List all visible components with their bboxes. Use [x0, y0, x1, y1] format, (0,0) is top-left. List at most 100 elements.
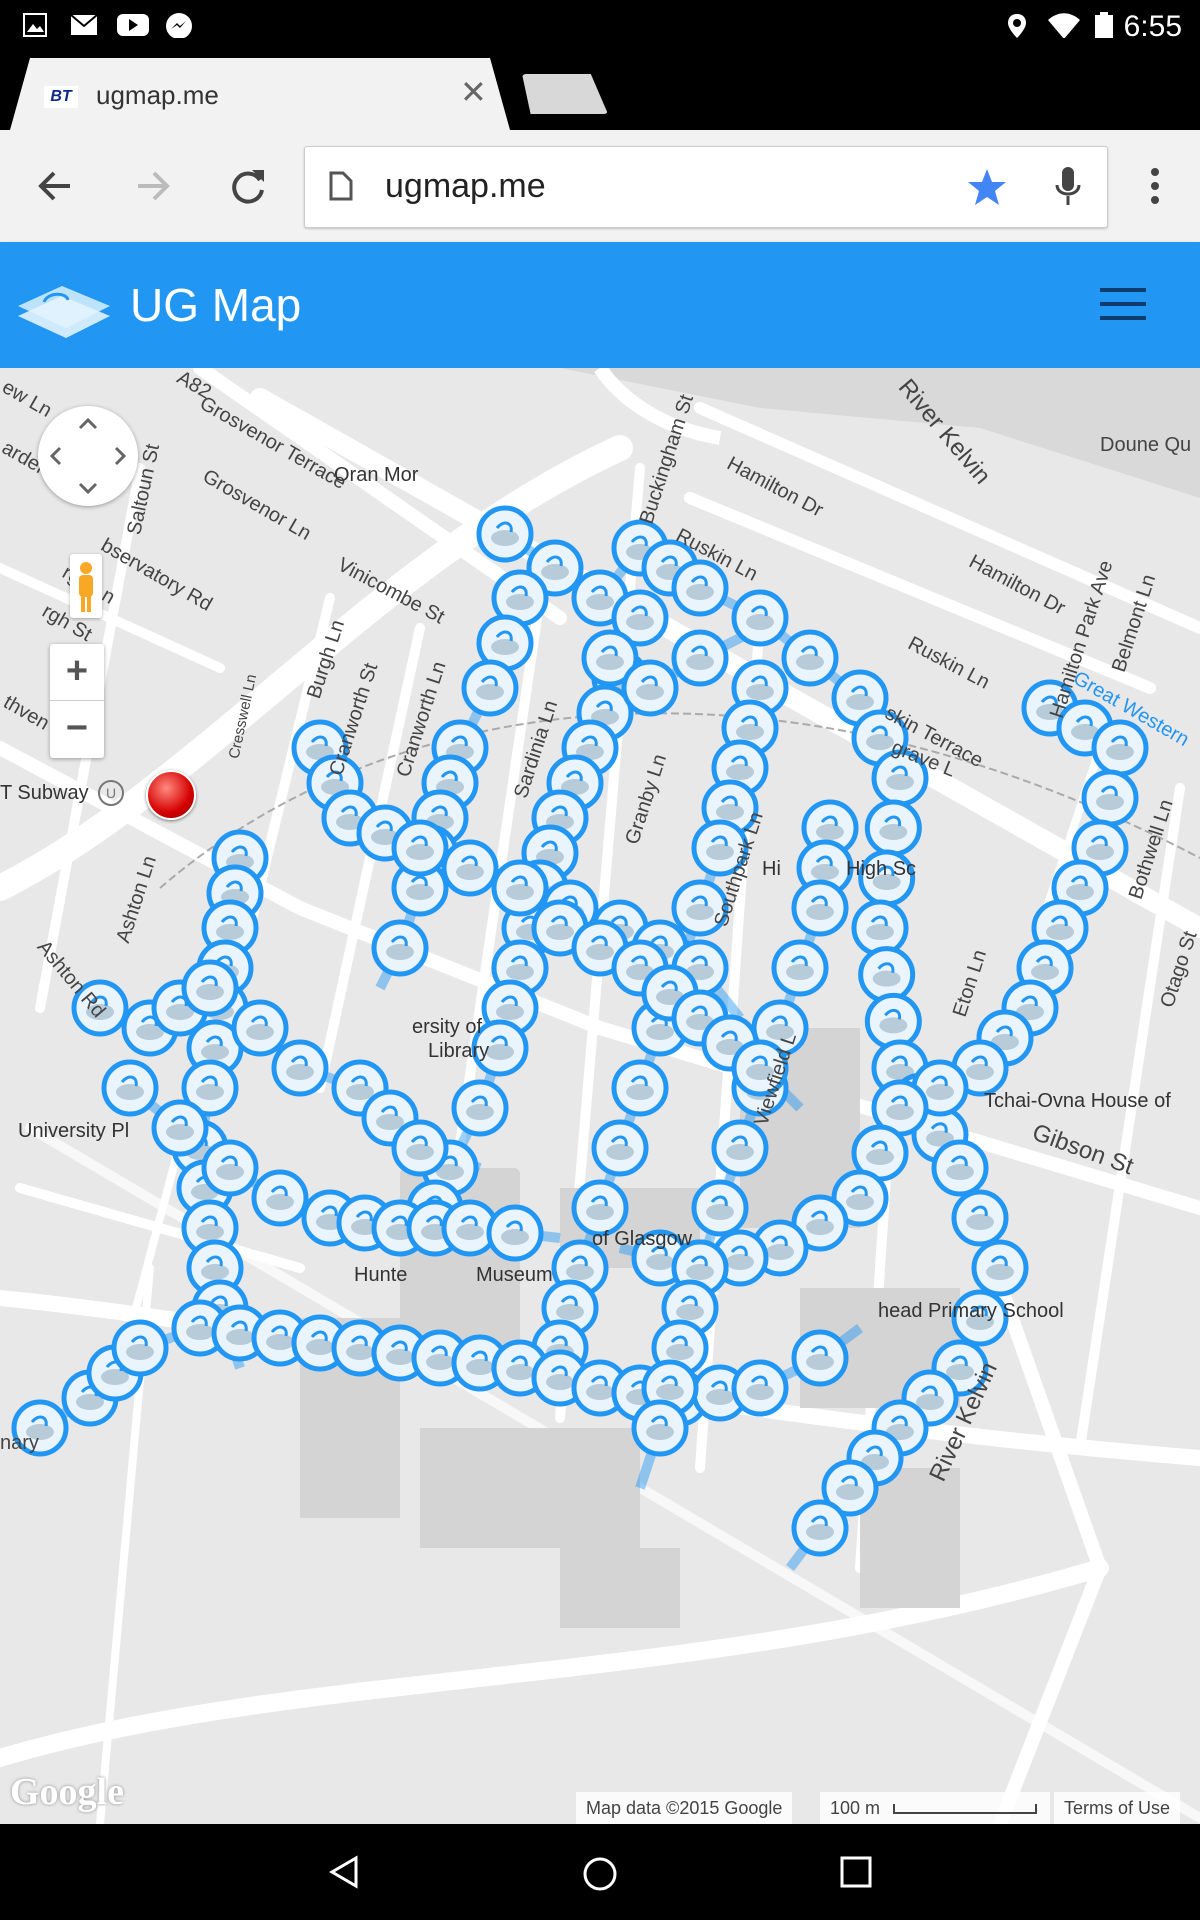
- messenger-icon: [166, 13, 192, 38]
- image-icon: [23, 13, 47, 37]
- close-tab-icon[interactable]: ✕: [460, 76, 487, 108]
- photo-marker[interactable]: [864, 992, 922, 1050]
- photo-marker[interactable]: [1081, 769, 1139, 827]
- reload-icon[interactable]: [222, 160, 274, 212]
- photo-marker[interactable]: [711, 1119, 769, 1177]
- system-nav-bar: [0, 1824, 1200, 1920]
- app-header: UG Map: [0, 242, 1200, 368]
- url-text: ugmap.me: [385, 167, 546, 205]
- photo-marker[interactable]: [731, 1359, 789, 1417]
- location-icon: [1008, 14, 1026, 38]
- poi-label: Museum: [476, 1264, 553, 1286]
- photo-marker[interactable]: [671, 629, 729, 687]
- back-icon[interactable]: [30, 160, 82, 212]
- photo-marker[interactable]: [858, 946, 916, 1004]
- back-nav-icon[interactable]: [326, 1854, 362, 1890]
- photo-marker[interactable]: [791, 1499, 849, 1557]
- map-view[interactable]: A82 Grosvenor Terrace Grosvenor Ln Oran …: [0, 368, 1200, 1824]
- poi-label: Hi: [762, 858, 781, 880]
- poi-label: head Primary School: [878, 1300, 1064, 1322]
- photo-marker[interactable]: [851, 899, 909, 957]
- photo-marker[interactable]: [441, 839, 499, 897]
- photo-marker[interactable]: [1091, 719, 1149, 777]
- menu-button[interactable]: [1100, 288, 1146, 322]
- subway-icon: U: [98, 780, 124, 806]
- photo-marker[interactable]: [621, 659, 679, 717]
- youtube-icon: [117, 14, 149, 36]
- poi-label: of Glasgow: [592, 1228, 693, 1250]
- app-logo-icon: [18, 286, 110, 338]
- photo-marker[interactable]: [111, 1319, 169, 1377]
- scale-label: 100 m: [830, 1798, 881, 1818]
- map-attribution[interactable]: Map data ©2015 Google: [576, 1792, 793, 1824]
- status-time: 6:55: [1123, 10, 1182, 43]
- photo-marker[interactable]: [591, 1119, 649, 1177]
- photo-marker[interactable]: [781, 629, 839, 687]
- recents-nav-icon[interactable]: [838, 1854, 874, 1890]
- wifi-icon: [1048, 13, 1080, 38]
- zoom-control: + −: [50, 644, 104, 758]
- page-icon: [329, 171, 353, 201]
- photo-marker[interactable]: [476, 505, 534, 563]
- photo-marker[interactable]: [451, 1079, 509, 1137]
- url-bar[interactable]: ugmap.me: [304, 146, 1108, 228]
- forward-icon[interactable]: [126, 160, 178, 212]
- battery-icon: [1095, 12, 1113, 38]
- tab-favicon: BT: [44, 86, 78, 108]
- photo-marker[interactable]: [201, 1139, 259, 1197]
- poi-label: Library: [428, 1040, 490, 1062]
- photo-marker[interactable]: [951, 1189, 1009, 1247]
- poi-label: ersity of: [412, 1016, 483, 1038]
- photo-marker[interactable]: [691, 1179, 749, 1237]
- photo-marker[interactable]: [181, 959, 239, 1017]
- photo-marker[interactable]: [251, 1169, 309, 1227]
- photo-marker[interactable]: [611, 1059, 669, 1117]
- photo-marker[interactable]: [631, 1399, 689, 1457]
- tab-strip: BT ugmap.me ✕: [0, 52, 1200, 130]
- street-label: University Pl: [18, 1120, 130, 1142]
- google-logo: Google: [10, 1771, 124, 1813]
- zoom-in-button[interactable]: +: [50, 644, 104, 700]
- pan-arrows-icon: [49, 417, 127, 495]
- photo-marker[interactable]: [791, 879, 849, 937]
- photo-marker[interactable]: [486, 1204, 544, 1262]
- photo-marker[interactable]: [231, 999, 289, 1057]
- current-location-marker[interactable]: [146, 770, 196, 820]
- photo-marker[interactable]: [791, 1329, 849, 1387]
- home-nav-icon[interactable]: [580, 1854, 620, 1894]
- photo-marker[interactable]: [571, 1179, 629, 1237]
- browser-toolbar: ugmap.me: [0, 130, 1200, 243]
- scale-line: [893, 1804, 1038, 1815]
- tab-title: ugmap.me: [96, 80, 219, 110]
- street-label: Doune Qu: [1100, 434, 1192, 456]
- poi-label: Hunte: [354, 1264, 408, 1286]
- zoom-out-button[interactable]: −: [50, 701, 104, 757]
- photo-marker[interactable]: [391, 1119, 449, 1177]
- photo-marker[interactable]: [151, 1099, 209, 1157]
- photo-marker[interactable]: [101, 1059, 159, 1117]
- street-view-pegman-icon[interactable]: [70, 554, 102, 618]
- poi-label: Tchai-Ovna House of: [984, 1090, 1171, 1112]
- photo-marker[interactable]: [371, 919, 429, 977]
- bookmark-star-icon[interactable]: [967, 167, 1007, 207]
- photo-marker[interactable]: [731, 589, 789, 647]
- poi-label: T Subway: [0, 782, 89, 804]
- photo-marker[interactable]: [491, 859, 549, 917]
- terms-link[interactable]: Terms of Use: [1054, 1792, 1181, 1824]
- pan-control[interactable]: [38, 406, 138, 506]
- photo-marker[interactable]: [391, 819, 449, 877]
- poi-label: Oran Mor: [334, 464, 419, 486]
- browser-tab[interactable]: BT ugmap.me ✕: [10, 58, 510, 130]
- photo-marker[interactable]: [931, 1139, 989, 1197]
- new-tab-button[interactable]: [522, 74, 608, 114]
- photo-marker[interactable]: [864, 799, 922, 857]
- app-title: UG Map: [130, 279, 302, 331]
- photo-marker[interactable]: [971, 1239, 1029, 1297]
- mail-icon: [70, 14, 98, 35]
- poi-label: High Sc: [846, 858, 917, 880]
- microphone-icon[interactable]: [1053, 165, 1083, 209]
- photo-marker[interactable]: [771, 939, 829, 997]
- overflow-menu-icon[interactable]: [1140, 160, 1192, 212]
- photo-marker[interactable]: [271, 1039, 329, 1097]
- photo-marker[interactable]: [461, 659, 519, 717]
